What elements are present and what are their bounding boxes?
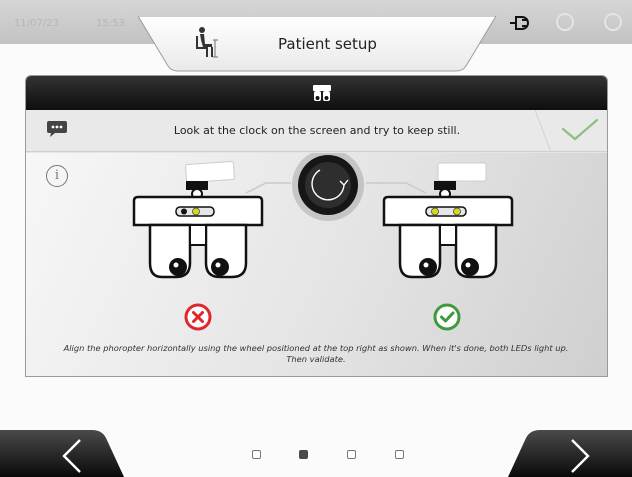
- led-right-on: [453, 207, 461, 216]
- next-button[interactable]: [502, 418, 632, 477]
- timer-icon[interactable]: [556, 13, 574, 31]
- app-screen: 11/07/23 15:53 Patient setup Look at the…: [0, 0, 632, 477]
- instruction-illustration: i Align the phoropter horizontally using…: [26, 153, 607, 376]
- instruction-bar: Look at the clock on the screen and try …: [26, 110, 607, 152]
- status-date: 11/07/23: [14, 18, 59, 29]
- bottom-nav: [0, 418, 632, 477]
- validate-button[interactable]: [534, 109, 607, 153]
- cross-icon: [184, 303, 212, 331]
- patient-seated-icon: [193, 26, 221, 62]
- phoropter-icon: [311, 83, 333, 107]
- check-icon: [433, 303, 461, 331]
- status-time: 15:53: [96, 18, 125, 29]
- instruction-text: Look at the clock on the screen and try …: [173, 124, 461, 137]
- page-dot-2[interactable]: [299, 450, 308, 459]
- instruction-caption: Align the phoropter horizontally using t…: [63, 343, 569, 364]
- phoropter-aligned: [382, 162, 514, 279]
- led-right-on: [192, 207, 200, 216]
- settings-icon[interactable]: [604, 13, 622, 31]
- chevron-right-icon: [571, 439, 590, 473]
- rotate-wheel-icon: [292, 153, 364, 221]
- alignment-diagram: [132, 153, 514, 331]
- setup-panel: Look at the clock on the screen and try …: [25, 75, 608, 377]
- page-title: Patient setup: [278, 35, 377, 53]
- page-dot-1[interactable]: [252, 450, 261, 459]
- chat-icon: [46, 120, 68, 142]
- panel-header: [26, 76, 607, 110]
- phoropter-misaligned: [132, 160, 264, 279]
- chevron-left-icon: [62, 439, 81, 473]
- plug-icon: [508, 14, 534, 36]
- previous-button[interactable]: [0, 418, 130, 477]
- led-left-on: [431, 207, 439, 216]
- page-dot-3[interactable]: [347, 450, 356, 459]
- led-left-off: [181, 208, 187, 215]
- page-dot-4[interactable]: [395, 450, 404, 459]
- checkmark-icon: [561, 118, 599, 141]
